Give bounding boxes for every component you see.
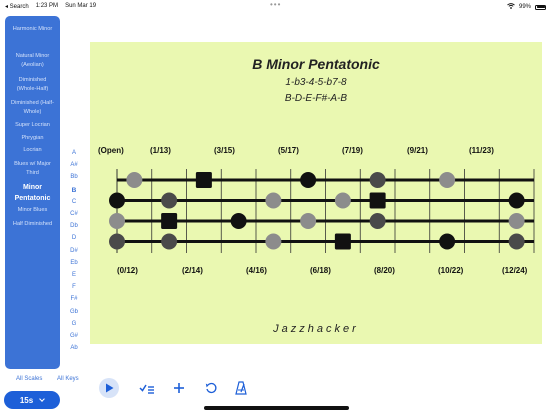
sidebar-item-scale[interactable]: Diminished (Half-Whole) bbox=[5, 99, 60, 117]
sidebar-item-scale[interactable]: Minor Pentatonic bbox=[5, 182, 60, 204]
key-item[interactable]: Bb bbox=[62, 174, 86, 180]
fret-label-bottom: (0/12) bbox=[117, 266, 138, 275]
note-marker bbox=[161, 192, 178, 209]
note-marker bbox=[334, 192, 351, 209]
home-indicator[interactable] bbox=[204, 406, 349, 410]
sidebar-item-scale[interactable]: Blues w/ Major Third bbox=[5, 160, 60, 178]
fret-label-bottom: (6/18) bbox=[310, 266, 331, 275]
key-item[interactable]: Db bbox=[62, 223, 86, 229]
battery-icon bbox=[535, 4, 546, 10]
metronome-button[interactable] bbox=[231, 378, 251, 398]
key-item[interactable]: Gb bbox=[62, 309, 86, 315]
key-item[interactable]: C bbox=[62, 199, 86, 205]
fret-label-bottom: (2/14) bbox=[182, 266, 203, 275]
all-scales-button[interactable]: All Scales bbox=[16, 376, 42, 382]
sidebar-item-scale[interactable]: Natural Minor (Aeolian) bbox=[5, 52, 60, 70]
wifi-icon bbox=[507, 3, 515, 11]
fretboard-diagram bbox=[109, 169, 535, 253]
checklist-button[interactable] bbox=[137, 378, 157, 398]
metronome-icon bbox=[235, 381, 247, 395]
root-note-marker bbox=[334, 233, 351, 250]
key-item[interactable]: B bbox=[62, 187, 86, 194]
tempo-value: 15s bbox=[19, 395, 34, 405]
root-note-marker bbox=[369, 192, 386, 209]
note-marker bbox=[508, 213, 525, 229]
key-item[interactable]: F# bbox=[62, 296, 86, 302]
note-marker bbox=[369, 172, 386, 188]
key-item[interactable]: D bbox=[62, 235, 86, 241]
key-item[interactable]: Eb bbox=[62, 260, 86, 266]
sidebar-item-scale[interactable]: Super Locrian bbox=[5, 121, 60, 130]
fret-label-bottom: (4/16) bbox=[246, 266, 267, 275]
battery-percent: 99% bbox=[518, 4, 531, 10]
fret-label-top: (Open) bbox=[98, 146, 124, 155]
note-marker bbox=[126, 172, 143, 188]
note-marker bbox=[265, 233, 282, 250]
chevron-down-icon bbox=[39, 395, 46, 402]
status-date: Sun Mar 19 bbox=[65, 3, 97, 9]
scale-list-sidebar: Harmonic Minor Natural Minor (Aeolian) Dim… bbox=[5, 16, 60, 369]
note-marker bbox=[265, 192, 282, 209]
play-button[interactable] bbox=[99, 378, 119, 398]
rotate-button[interactable] bbox=[201, 378, 221, 398]
note-marker bbox=[300, 213, 317, 229]
key-item[interactable]: G bbox=[62, 321, 86, 327]
root-note-marker bbox=[195, 172, 212, 188]
all-keys-button[interactable]: All Keys bbox=[57, 376, 79, 382]
sidebar-item-scale[interactable]: Locrian bbox=[5, 146, 60, 155]
key-item[interactable]: Ab bbox=[62, 345, 86, 351]
rotate-icon bbox=[205, 382, 217, 394]
fret-label-top: (5/17) bbox=[278, 146, 299, 155]
note-marker bbox=[230, 213, 247, 229]
key-item[interactable]: E bbox=[62, 272, 86, 278]
back-to-search-link[interactable]: ◂ Search bbox=[5, 3, 29, 10]
note-marker bbox=[161, 233, 178, 250]
sidebar-item-scale[interactable]: Minor Blues bbox=[5, 206, 60, 215]
key-item[interactable]: C# bbox=[62, 211, 86, 217]
note-marker bbox=[508, 192, 525, 209]
fret-label-bottom: (10/22) bbox=[438, 266, 464, 275]
fret-label-bottom: (12/24) bbox=[502, 266, 528, 275]
note-marker bbox=[369, 213, 386, 229]
fret-label-top: (3/15) bbox=[214, 146, 235, 155]
sidebar-item-scale[interactable]: Diminished (Whole-Half) bbox=[5, 76, 60, 94]
key-item[interactable]: A# bbox=[62, 162, 86, 168]
key-item[interactable]: D# bbox=[62, 248, 86, 254]
app-screen: ◂ Search 1:23 PM Sun Mar 19 ••• 99% Harm… bbox=[0, 0, 552, 414]
fret-label-top: (1/13) bbox=[150, 146, 171, 155]
checklist-icon bbox=[139, 384, 154, 394]
note-marker bbox=[439, 172, 456, 188]
status-time: 1:23 PM bbox=[35, 3, 59, 9]
fret-label-bottom: (8/20) bbox=[374, 266, 395, 275]
note-marker bbox=[300, 172, 317, 188]
sidebar-item-scale[interactable]: Phrygian bbox=[5, 134, 60, 143]
fret-label-top: (7/19) bbox=[342, 146, 363, 155]
status-bar: ◂ Search 1:23 PM Sun Mar 19 ••• 99% bbox=[0, 0, 552, 12]
key-item[interactable]: G# bbox=[62, 333, 86, 339]
multitasking-dots-icon[interactable]: ••• bbox=[270, 0, 281, 9]
play-icon bbox=[105, 383, 113, 393]
sidebar-item-scale[interactable]: Half Diminished bbox=[5, 220, 60, 229]
note-marker bbox=[109, 213, 125, 229]
root-note-marker bbox=[161, 213, 178, 229]
key-item[interactable]: A bbox=[62, 150, 86, 156]
note-marker bbox=[109, 192, 125, 209]
fret-label-top: (9/21) bbox=[407, 146, 428, 155]
note-marker bbox=[109, 233, 125, 250]
key-item[interactable]: F bbox=[62, 284, 86, 290]
sidebar-item-scale[interactable]: Harmonic Minor bbox=[5, 25, 60, 34]
note-marker bbox=[508, 233, 525, 250]
add-button[interactable] bbox=[169, 378, 189, 398]
fret-label-top: (11/23) bbox=[469, 146, 494, 155]
note-marker bbox=[439, 233, 456, 250]
tempo-dropdown[interactable]: 15s bbox=[4, 391, 60, 409]
scale-display-panel: B Minor Pentatonic 1-b3-4-5-b7-8 B-D-E-F… bbox=[90, 42, 542, 344]
plus-icon bbox=[174, 383, 184, 393]
